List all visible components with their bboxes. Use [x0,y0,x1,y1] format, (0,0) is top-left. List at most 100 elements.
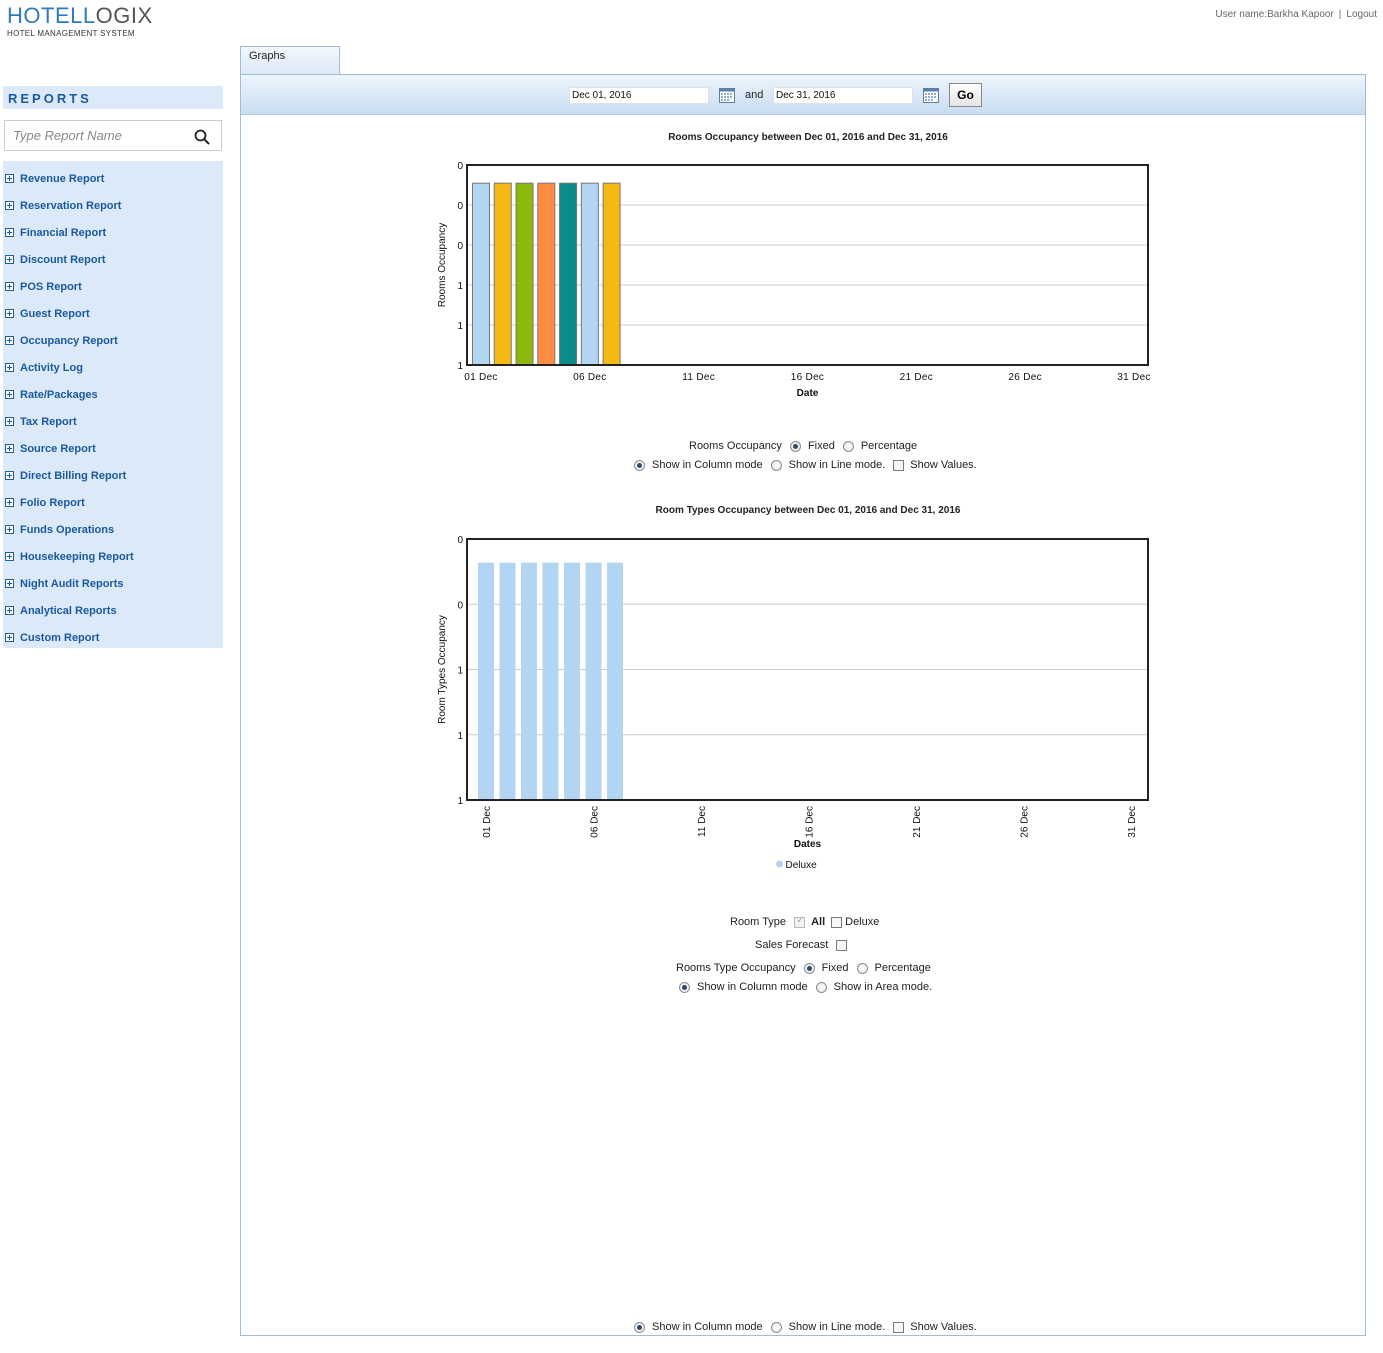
room-types-occupancy-chart: 1 1 1 0 0 01 Dec 06 Dec 11 Dec 16 Dec 21 Dec 26 De… [437,535,1149,871]
expand-plus-icon[interactable] [5,201,14,210]
sales-forecast-checkbox[interactable] [836,939,848,951]
show-values-checkbox[interactable] [893,459,905,471]
bar-01-dec [472,182,490,366]
sidebar-item-housekeeping-report[interactable]: Housekeeping Report [3,543,223,570]
line-mode-radio[interactable] [770,459,782,471]
x-tick-label: 01 Dec [464,372,498,383]
column-mode-radio[interactable] [634,459,645,471]
sidebar-item-label: Discount Report [20,253,106,266]
x-tick-label: 26 Dec [1020,806,1031,838]
expand-plus-icon[interactable] [5,255,14,264]
room-types-chart-title: Room Types Occupancy between Dec 01, 201… [655,505,961,516]
column-mode-radio[interactable] [679,981,690,993]
expand-plus-icon[interactable] [5,606,14,615]
sidebar-item-revenue-report[interactable]: Revenue Report [3,165,223,192]
sidebar-item-label: Analytical Reports [20,604,117,617]
go-button[interactable]: Go [949,83,982,107]
x-tick-label: 11 Dec [697,806,708,837]
sidebar-item-folio-report[interactable]: Folio Report [3,489,223,516]
percentage-radio[interactable] [842,440,854,452]
search-icon[interactable] [194,129,210,145]
room-type-label: Room Type [730,916,787,928]
expand-plus-icon[interactable] [5,309,14,318]
sidebar-item-funds-operations[interactable]: Funds Operations [3,516,223,543]
logo-part-l: L [82,3,96,28]
bar-02-dec [493,182,512,366]
y-tick-label: 1 [457,281,463,292]
sidebar-item-occupancy-report[interactable]: Occupancy Report [3,327,223,354]
sidebar-item-night-audit-reports[interactable]: Night Audit Reports [3,570,223,597]
expand-plus-icon[interactable] [5,282,14,291]
from-date-input[interactable] [569,87,709,104]
expand-plus-icon[interactable] [5,336,14,345]
column-mode-label: Show in Column mode [652,1321,763,1333]
fixed-radio[interactable] [803,962,815,974]
area-mode-radio[interactable] [815,981,827,993]
y-tick-label: 1 [457,361,463,372]
expand-plus-icon[interactable] [5,417,14,426]
show-values-label: Show Values. [910,1321,977,1333]
expand-plus-icon[interactable] [5,498,14,507]
expand-plus-icon[interactable] [5,579,14,588]
chart2-metric-controls: Rooms Type Occupancy Fixed Percentage [676,962,931,974]
fixed-label: Fixed [821,962,849,974]
room-type-controls: Room Type ✓ All Deluxe [730,915,880,929]
expand-plus-icon[interactable] [5,390,14,399]
sidebar-item-activity-log[interactable]: Activity Log [3,354,223,381]
sidebar-item-label: POS Report [20,280,82,293]
expand-plus-icon[interactable] [5,174,14,183]
all-room-types-checkbox[interactable]: ✓ [794,915,806,928]
sidebar-item-analytical-reports[interactable]: Analytical Reports [3,597,223,624]
sidebar-item-discount-report[interactable]: Discount Report [3,246,223,273]
sidebar-item-direct-billing-report[interactable]: Direct Billing Report [3,462,223,489]
bar-03-dec [515,182,534,366]
x-tick-label: 16 Dec [805,806,816,838]
sidebar-item-reservation-report[interactable]: Reservation Report [3,192,223,219]
expand-plus-icon[interactable] [5,363,14,372]
calendar-icon[interactable] [923,87,939,103]
sidebar-item-rate-packages[interactable]: Rate/Packages [3,381,223,408]
bar-05-dec [564,562,580,800]
area-mode-label: Show in Area mode. [833,981,933,993]
rooms-type-occupancy-label: Rooms Type Occupancy [676,962,796,974]
expand-plus-icon[interactable] [5,471,14,480]
expand-plus-icon[interactable] [5,228,14,237]
chart1-metric-controls: Rooms Occupancy Fixed Percentage [689,440,917,452]
logo-part-hotel: HOTEL [7,3,83,28]
sidebar-item-financial-report[interactable]: Financial Report [3,219,223,246]
sidebar-item-pos-report[interactable]: POS Report [3,273,223,300]
tab-graphs[interactable]: Graphs [240,46,340,75]
x-axis-title: Date [797,388,819,399]
and-label: and [745,89,764,101]
fixed-radio[interactable] [789,440,801,452]
sidebar-item-guest-report[interactable]: Guest Report [3,300,223,327]
bottom-mode-controls: Show in Column mode Show in Line mode. S… [626,1321,977,1333]
expand-plus-icon[interactable] [5,525,14,534]
logo-part-ogix: OGIX [95,3,153,28]
report-search-box [4,120,222,151]
line-mode-radio[interactable] [770,1321,782,1333]
sidebar-item-source-report[interactable]: Source Report [3,435,223,462]
column-mode-radio[interactable] [634,1321,645,1333]
deluxe-checkbox[interactable] [831,916,843,928]
x-tick-label: 16 Dec [791,372,825,383]
calendar-icon[interactable] [719,87,735,103]
expand-plus-icon[interactable] [5,444,14,453]
fixed-label: Fixed [807,440,835,452]
expand-plus-icon[interactable] [5,633,14,642]
deluxe-label: Deluxe [845,916,880,928]
y-tick-label: 0 [457,600,463,611]
report-search-input[interactable] [5,121,185,150]
sidebar-item-tax-report[interactable]: Tax Report [3,408,223,435]
sidebar-item-label: Custom Report [20,631,100,644]
reports-heading: REPORTS [3,86,223,109]
sidebar-item-custom-report[interactable]: Custom Report [3,624,223,651]
show-values-checkbox[interactable] [893,1321,905,1333]
percentage-radio[interactable] [856,962,868,974]
line-mode-label: Show in Line mode. [788,459,886,471]
to-date-input[interactable] [773,87,913,104]
y-tick-label: 1 [457,321,463,332]
sidebar-item-label: Guest Report [20,307,90,320]
expand-plus-icon[interactable] [5,552,14,561]
logout-link[interactable]: Logout [1346,9,1377,20]
